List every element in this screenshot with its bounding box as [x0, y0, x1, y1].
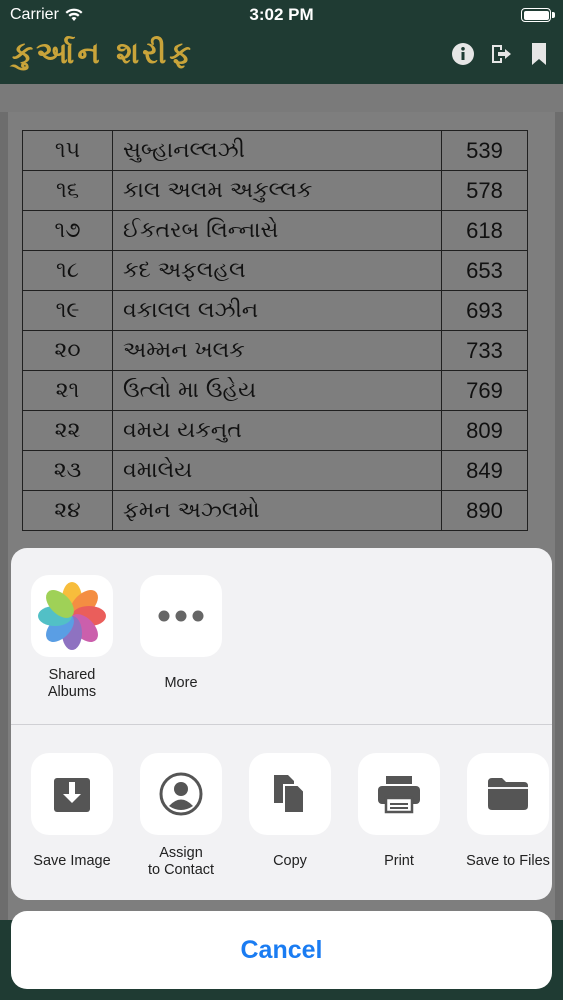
status-bar: Carrier 3:02 PM	[0, 0, 563, 30]
save-image-button[interactable]: Save Image	[24, 753, 120, 870]
photos-icon	[38, 582, 106, 650]
juz-index-table: ૧૫ સુબ્હાનલ્લઝી 539 ૧૬ કાલ અલમ અકુલ્લક 578 ૧…	[22, 130, 528, 531]
save-image-tile	[31, 753, 113, 835]
juz-name: ઈકતરબ લિન્નાસે	[112, 210, 442, 251]
share-sheet: Shared Albums More Save Image Assign to Co…	[11, 548, 552, 900]
juz-name: ફમન અઝ્લમો	[112, 490, 442, 531]
juz-page: 849	[441, 450, 528, 491]
juz-page: 539	[441, 130, 528, 171]
more-apps-button[interactable]: More	[133, 575, 229, 692]
juz-number: ૧૫	[22, 130, 113, 171]
juz-name: કદ અફલહલ	[112, 250, 442, 291]
juz-number: ૨૩	[22, 450, 113, 491]
juz-page: 733	[441, 330, 528, 371]
status-time: 3:02 PM	[249, 5, 314, 24]
assign-to-contact-label: Assign to Contact	[147, 845, 215, 878]
shared-albums-label: Shared Albums	[47, 667, 97, 700]
save-to-files-button[interactable]: Save to Files	[460, 753, 552, 870]
table-row[interactable]: ૨૨ વમય યકનુત 809	[22, 410, 528, 451]
juz-page: 578	[441, 170, 528, 211]
table-row[interactable]: ૧૫ સુબ્હાનલ્લઝી 539	[22, 130, 528, 171]
share-export-icon[interactable]	[489, 42, 513, 66]
juz-number: ૨૪	[22, 490, 113, 531]
more-dots-icon	[158, 610, 204, 622]
battery-icon	[521, 8, 555, 22]
juz-page: 769	[441, 370, 528, 411]
share-actions-row: Save Image Assign to Contact Copy Print S…	[11, 724, 552, 900]
table-row[interactable]: ૧૬ કાલ અલમ અકુલ્લક 578	[22, 170, 528, 211]
table-row[interactable]: ૨૩ વમાલેય 849	[22, 450, 528, 491]
bookmark-icon[interactable]	[527, 42, 551, 66]
folder-icon	[488, 778, 528, 810]
table-row[interactable]: ૨૧ ઉત્લો મા ઉહેય 769	[22, 370, 528, 411]
files-tile	[467, 753, 549, 835]
copy-button[interactable]: Copy	[242, 753, 338, 870]
juz-page: 693	[441, 290, 528, 331]
print-icon	[378, 776, 420, 814]
juz-page: 890	[441, 490, 528, 531]
juz-name: સુબ્હાનલ્લઝી	[112, 130, 442, 171]
save-image-label: Save Image	[33, 853, 111, 869]
table-row[interactable]: ૨૪ ફમન અઝ્લમો 890	[22, 490, 528, 531]
juz-name: કાલ અલમ અકુલ્લક	[112, 170, 442, 211]
juz-number: ૨૧	[22, 370, 113, 411]
save-to-files-label: Save to Files	[466, 853, 550, 869]
info-icon[interactable]	[451, 42, 475, 66]
photos-tile	[31, 575, 113, 657]
juz-number: ૨૦	[22, 330, 113, 371]
table-row[interactable]: ૧૯ વકાલલ લઝીન 693	[22, 290, 528, 331]
copy-tile	[249, 753, 331, 835]
assign-to-contact-button[interactable]: Assign to Contact	[133, 753, 229, 879]
juz-number: ૧૬	[22, 170, 113, 211]
nav-bar: કુર્આન શરીફ	[0, 30, 563, 84]
more-label: More	[164, 675, 198, 691]
juz-page: 809	[441, 410, 528, 451]
contact-icon	[159, 772, 203, 816]
juz-page: 618	[441, 210, 528, 251]
share-apps-row: Shared Albums More	[11, 548, 552, 723]
nav-icon-group	[451, 42, 551, 66]
save-image-icon	[54, 778, 90, 812]
juz-number: ૧૭	[22, 210, 113, 251]
juz-number: ૧૮	[22, 250, 113, 291]
copy-label: Copy	[273, 853, 307, 869]
cancel-button[interactable]: Cancel	[11, 911, 552, 989]
page-top-strip	[0, 84, 563, 112]
shared-albums-button[interactable]: Shared Albums	[24, 575, 120, 701]
print-label: Print	[384, 853, 414, 869]
table-row[interactable]: ૨૦ અમ્મન ખલક 733	[22, 330, 528, 371]
app-title: કુર્આન શરીફ	[12, 36, 194, 71]
juz-name: વકાલલ લઝીન	[112, 290, 442, 331]
table-row[interactable]: ૧૮ કદ અફલહલ 653	[22, 250, 528, 291]
print-button[interactable]: Print	[351, 753, 447, 870]
juz-number: ૧૯	[22, 290, 113, 331]
juz-name: ઉત્લો મા ઉહેય	[112, 370, 442, 411]
contact-tile	[140, 753, 222, 835]
juz-name: અમ્મન ખલક	[112, 330, 442, 371]
juz-name: વમય યકનુત	[112, 410, 442, 451]
juz-number: ૨૨	[22, 410, 113, 451]
juz-name: વમાલેય	[112, 450, 442, 491]
juz-page: 653	[441, 250, 528, 291]
copy-icon	[274, 775, 305, 814]
print-tile	[358, 753, 440, 835]
more-tile	[140, 575, 222, 657]
table-row[interactable]: ૧૭ ઈકતરબ લિન્નાસે 618	[22, 210, 528, 251]
